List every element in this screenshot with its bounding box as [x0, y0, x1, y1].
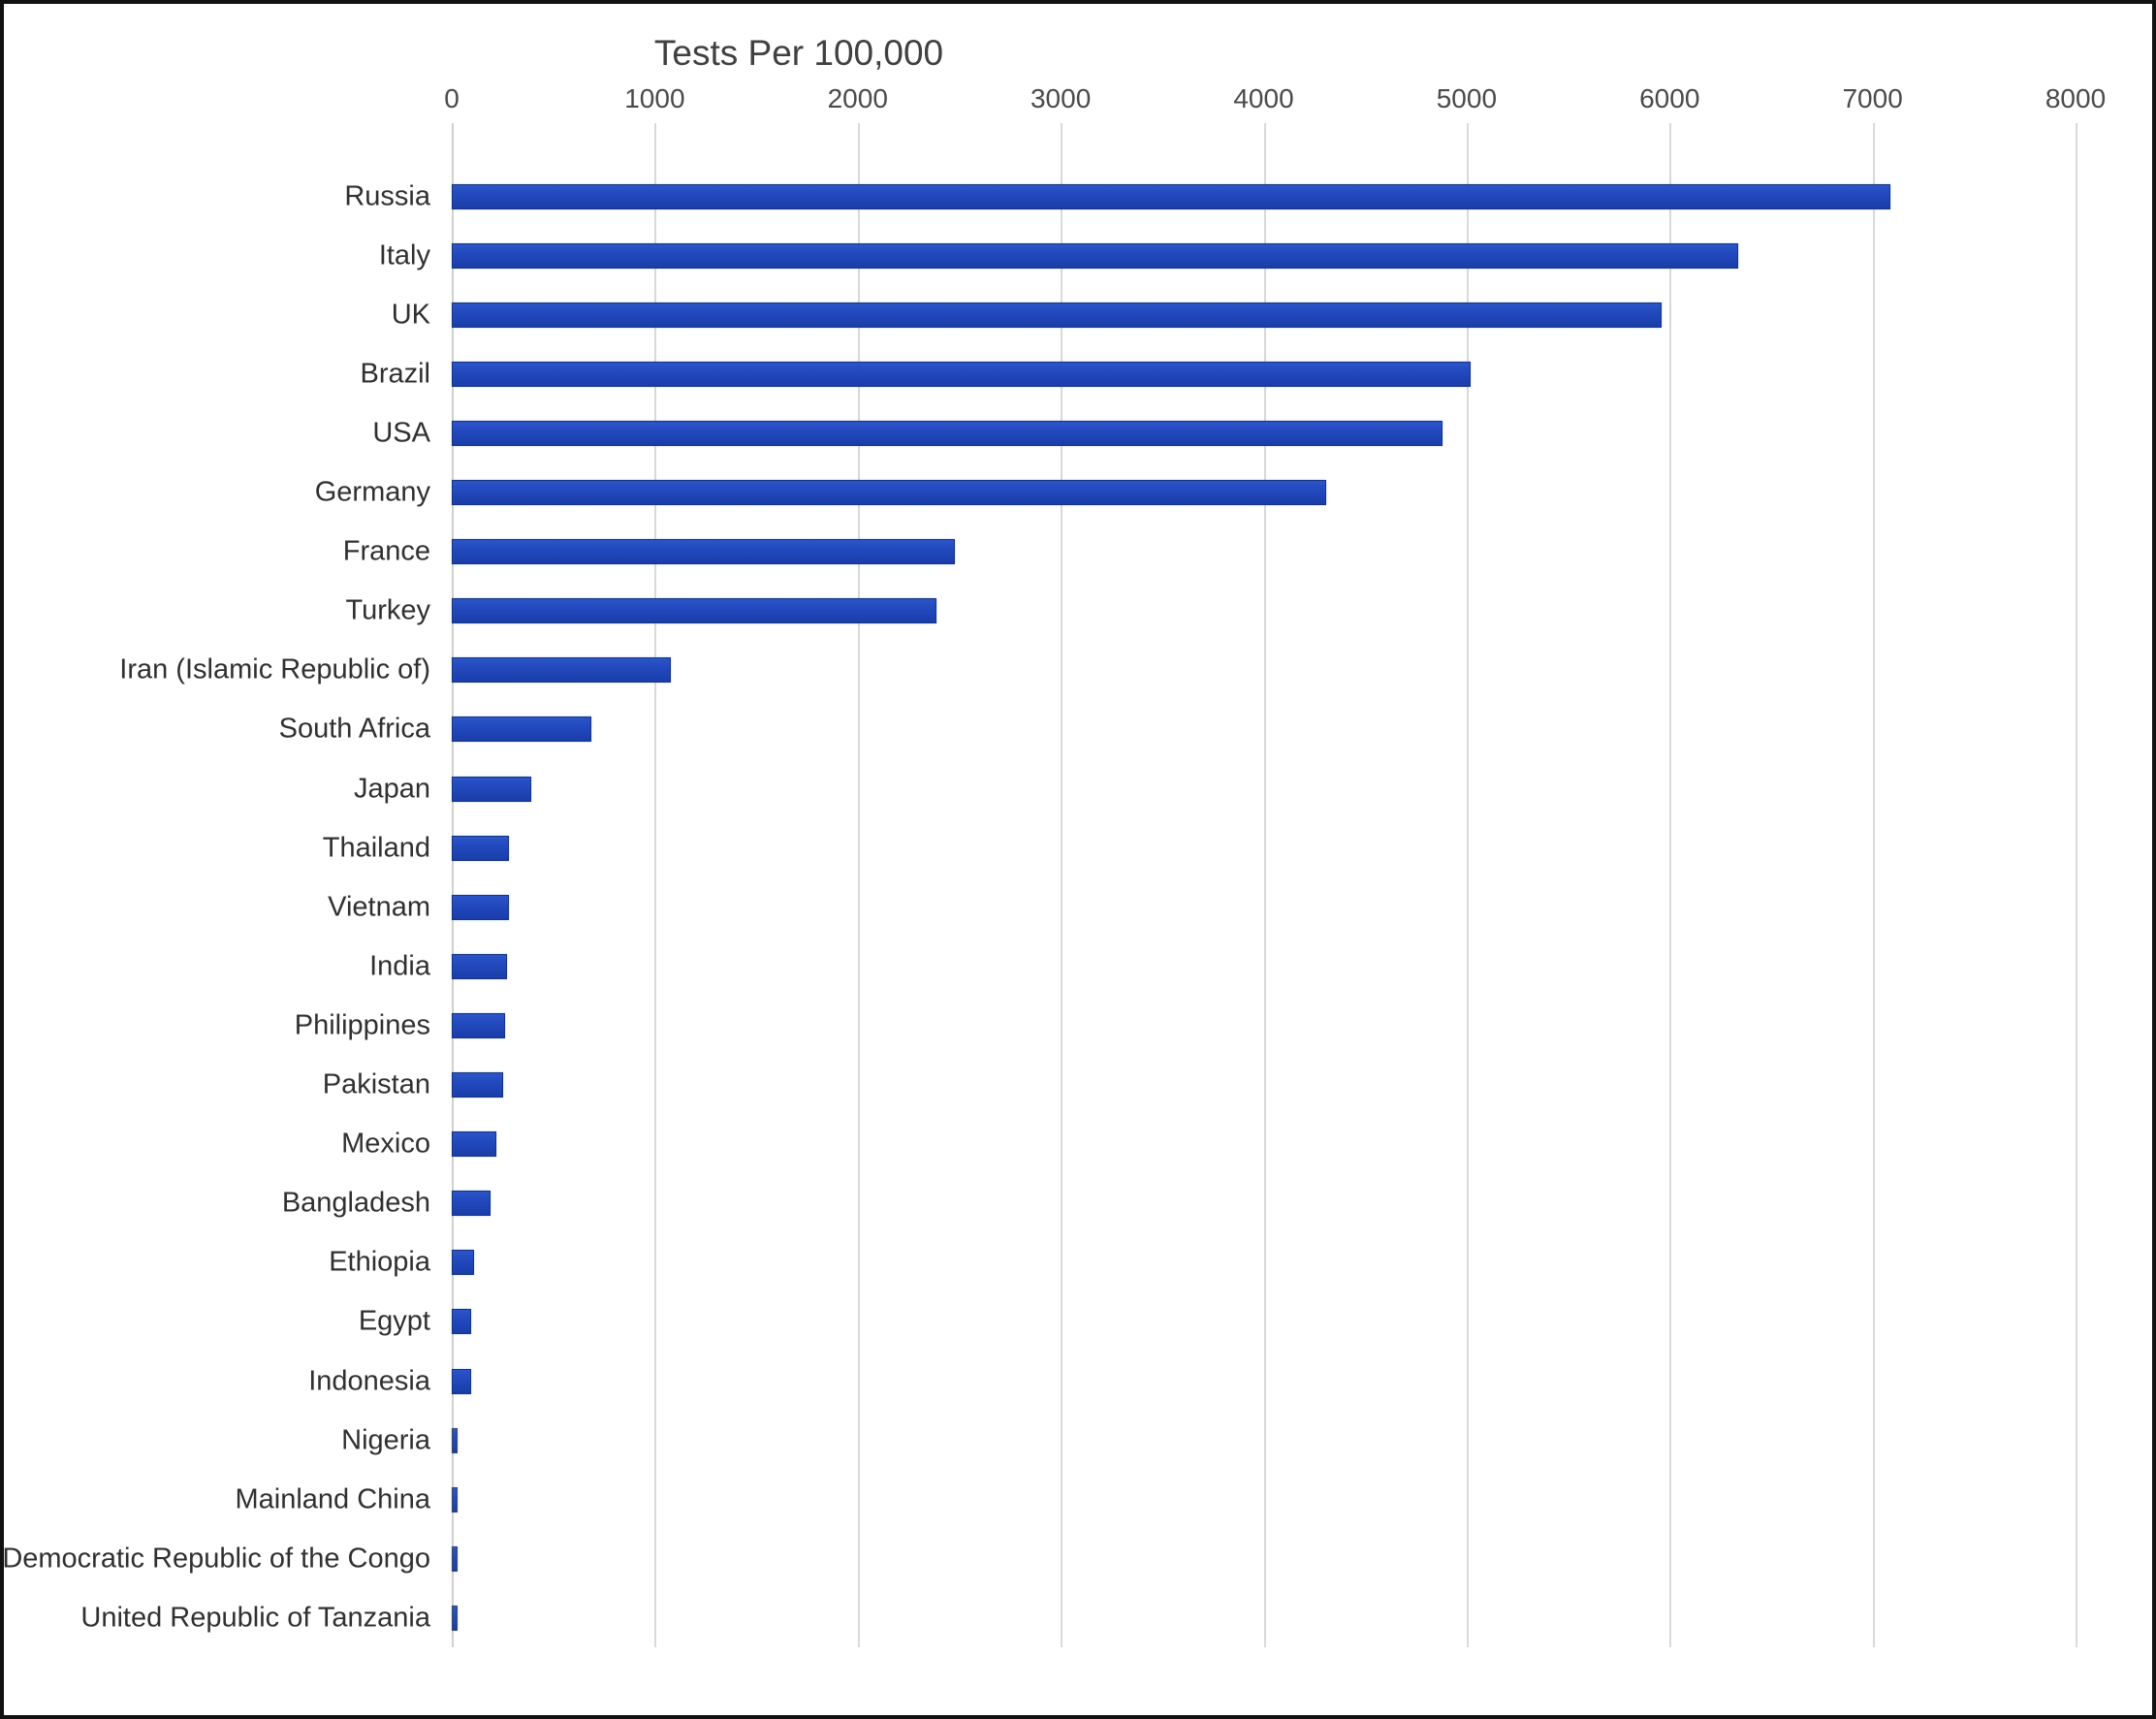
category-label: United Republic of Tanzania	[80, 1602, 430, 1634]
bar	[452, 1191, 491, 1217]
x-tick-label: 0	[444, 83, 460, 113]
bar	[452, 776, 531, 802]
bar	[452, 716, 592, 743]
bar	[452, 420, 1443, 446]
category-label: Philippines	[294, 1009, 430, 1041]
x-tick-label: 2000	[827, 83, 888, 113]
x-tick-label: 5000	[1436, 83, 1498, 113]
category-label: USA	[372, 417, 430, 449]
bar	[452, 1072, 504, 1098]
bar-row: Mainland China	[235, 1470, 2076, 1529]
bar	[452, 183, 1891, 209]
bar-row: Vietnam	[328, 877, 2076, 937]
bar	[452, 1131, 497, 1158]
bar	[452, 302, 1662, 328]
bar-row: Mexico	[341, 1115, 2076, 1174]
bar	[452, 953, 507, 979]
bar	[452, 1250, 475, 1276]
bar	[452, 598, 937, 624]
bar-row: Iran (Islamic Republic of)	[119, 641, 2076, 700]
category-label: Indonesia	[308, 1365, 430, 1397]
category-label: Ethiopia	[329, 1246, 430, 1278]
bar	[452, 1012, 506, 1038]
bar-row: UK	[392, 285, 2076, 344]
bar	[452, 1486, 458, 1512]
bar-row: South Africa	[279, 700, 2076, 759]
bar	[452, 835, 509, 861]
x-tick-label: 7000	[1842, 83, 1903, 113]
category-label: Italy	[378, 239, 430, 271]
bar-row: Philippines	[295, 996, 2076, 1055]
bar-row: Turkey	[345, 582, 2076, 641]
x-tick-label: 3000	[1030, 83, 1092, 113]
category-label: Pakistan	[322, 1068, 430, 1100]
bar	[452, 480, 1327, 506]
bar-row: France	[343, 523, 2076, 582]
bar	[452, 894, 509, 920]
category-label: India	[369, 950, 430, 982]
category-label: Bangladesh	[281, 1187, 430, 1219]
bar-row: Japan	[354, 759, 2076, 818]
bar-row: Germany	[315, 463, 2076, 523]
bar-row: Democratic Republic of the Congo	[4, 1529, 2076, 1588]
page-title: Tests Per 100,000	[653, 33, 944, 73]
x-tick-label: 6000	[1639, 83, 1700, 113]
gridline-8000	[2076, 123, 2077, 1647]
category-label: Mexico	[341, 1128, 430, 1160]
x-tick-label: 4000	[1233, 83, 1294, 113]
category-label: Turkey	[345, 594, 430, 626]
category-label: South Africa	[278, 713, 430, 745]
bar-row: Thailand	[323, 818, 2076, 877]
chart-frame: Tests Per 100,000 0 1000 2000 3000 4000 5000 6…	[0, 0, 2156, 1719]
bar	[452, 1427, 458, 1453]
category-label: Japan	[353, 773, 430, 805]
category-label: Brazil	[360, 358, 430, 390]
bar	[452, 1605, 458, 1631]
bar	[452, 1545, 458, 1572]
plot-area: 0 1000 2000 3000 4000 5000 6000 7000 8000 Russia…	[4, 83, 2106, 1647]
category-label: Mainland China	[235, 1483, 430, 1515]
category-label: Egypt	[358, 1305, 430, 1337]
category-label: Germany	[314, 476, 430, 508]
category-label: UK	[391, 299, 430, 331]
bar-row: USA	[372, 403, 2076, 462]
x-tick-label: 1000	[624, 83, 685, 113]
category-label: Democratic Republic of the Congo	[2, 1543, 430, 1575]
category-label: Russia	[344, 180, 430, 212]
bar-row: Bangladesh	[282, 1174, 2076, 1233]
bar	[452, 1309, 471, 1335]
bar	[452, 242, 1739, 269]
category-label: Iran (Islamic Republic of)	[119, 653, 430, 685]
category-label: Thailand	[322, 832, 430, 864]
bar-row: India	[369, 937, 2076, 996]
chart-title-container: Tests Per 100,000	[508, 33, 1090, 74]
bar-row: Russia	[344, 167, 2076, 226]
bar-row: United Republic of Tanzania	[80, 1588, 2076, 1647]
x-tick-label: 8000	[2045, 83, 2107, 113]
bar	[452, 1368, 471, 1394]
category-label: Vietnam	[328, 891, 430, 923]
bar-row: Egypt	[359, 1292, 2076, 1352]
bar	[452, 539, 956, 565]
bar-row: Indonesia	[308, 1352, 2076, 1411]
bar-row: Italy	[379, 226, 2076, 285]
bar-row: Pakistan	[323, 1056, 2076, 1115]
bar	[452, 657, 672, 684]
bar-row: Nigeria	[341, 1411, 2076, 1470]
bar-row: Brazil	[360, 344, 2076, 403]
bar	[452, 361, 1472, 387]
bar-row: Ethiopia	[329, 1233, 2076, 1292]
category-label: France	[342, 535, 430, 567]
category-label: Nigeria	[341, 1424, 430, 1456]
